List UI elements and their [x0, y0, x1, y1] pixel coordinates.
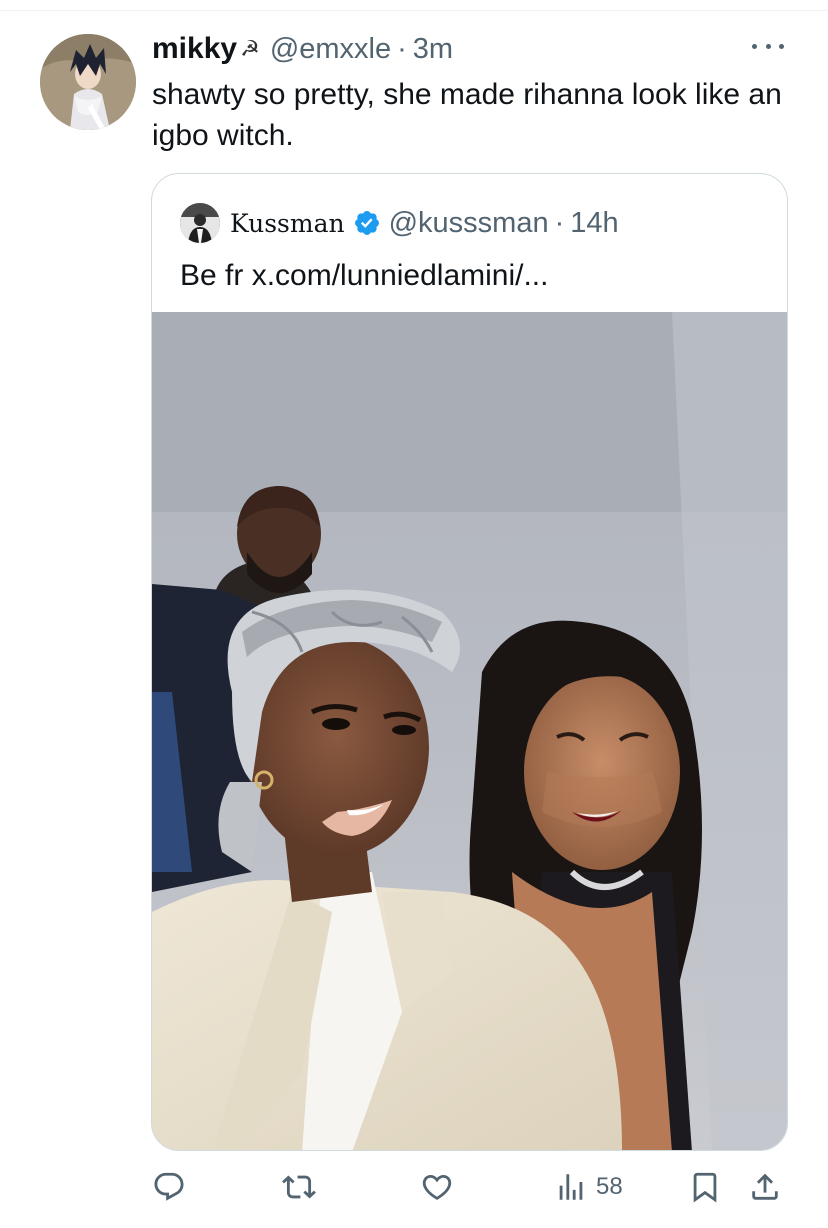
retweet-button[interactable]: [282, 1163, 316, 1211]
views-count: 58: [596, 1173, 623, 1200]
avatar-image: [40, 34, 136, 130]
timestamp[interactable]: 3m: [413, 33, 453, 66]
reply-icon: [154, 1172, 184, 1201]
reply-button[interactable]: [152, 1163, 186, 1211]
more-icon-dot: [765, 43, 771, 49]
action-bar: 58: [0, 1163, 828, 1211]
quote-display-name[interactable]: Kussman: [230, 209, 345, 238]
quote-tweet-card[interactable]: Kussman @kusssman · 14h Be fr x.com/lunn…: [151, 173, 788, 1151]
like-button[interactable]: [420, 1163, 454, 1211]
share-icon: [752, 1173, 778, 1200]
separator-dot: ·: [397, 32, 407, 65]
views-button[interactable]: 58: [554, 1163, 623, 1211]
views-icon: [559, 1174, 583, 1200]
handle[interactable]: @emxxle: [270, 33, 391, 66]
more-button[interactable]: [746, 34, 790, 58]
quote-text: Be fr x.com/lunniedlamini/...: [180, 259, 549, 292]
more-icon: [752, 43, 757, 49]
bookmark-button[interactable]: [688, 1163, 722, 1211]
like-icon: [422, 1174, 452, 1200]
quote-separator-dot: ·: [554, 206, 565, 239]
more-icon-dot: [779, 43, 784, 49]
verified-badge-icon: [354, 211, 379, 235]
avatar[interactable]: [40, 34, 136, 130]
tweet-header: mikky ☭ @emxxle · 3m: [152, 32, 453, 66]
tweet[interactable]: mikky ☭ @emxxle · 3m shawty so pretty, s…: [0, 0, 828, 1228]
bookmark-icon: [693, 1172, 717, 1203]
share-button[interactable]: [748, 1163, 782, 1211]
quote-media-photo[interactable]: [152, 312, 787, 1150]
selfie-photo: [152, 312, 787, 1150]
quote-timestamp[interactable]: 14h: [570, 207, 618, 240]
tweet-text: shawty so pretty, she made rihanna look …: [152, 78, 782, 152]
quote-header: Kussman @kusssman · 14h: [180, 203, 619, 243]
quote-handle[interactable]: @kusssman: [389, 207, 549, 240]
quote-avatar-image: [180, 203, 220, 243]
retweet-icon: [282, 1175, 316, 1199]
display-name[interactable]: mikky: [152, 32, 237, 66]
quote-avatar: [180, 203, 220, 243]
name-emoji: ☭: [240, 36, 260, 61]
